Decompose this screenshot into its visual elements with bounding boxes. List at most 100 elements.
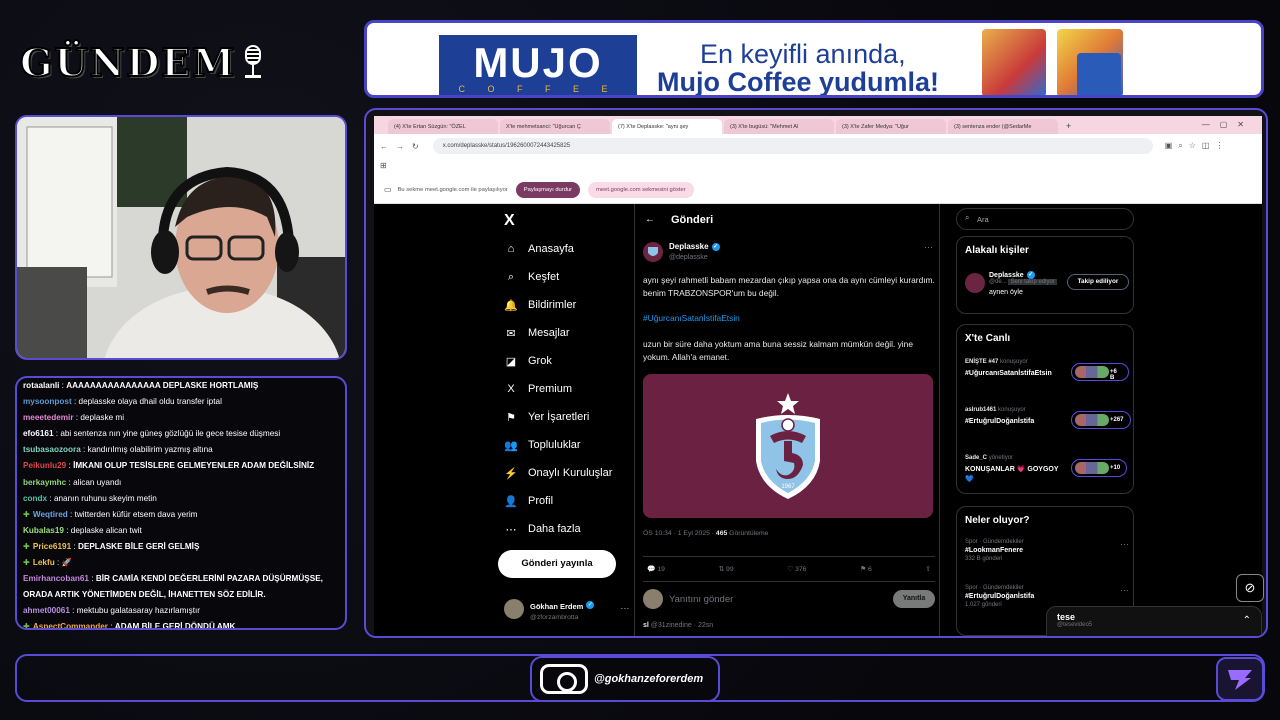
share-icon[interactable]: ⇪ — [925, 565, 931, 573]
nav-icon: ⚑ — [506, 411, 516, 424]
nav-icon: 👥 — [504, 439, 518, 452]
account-switcher[interactable]: Gökhan Erdem ✓ @zforzambrotta ⋯ — [504, 596, 629, 621]
x-logo-icon[interactable]: X — [504, 212, 515, 230]
chat-message: ORADA ARTIK YÖNETİMDEN DEĞİL, İHANETTEN … — [23, 587, 339, 603]
nav-item-keşfet[interactable]: ⌕ Keşfet — [504, 266, 559, 288]
nav-item-bildirimler[interactable]: 🔔 Bildirimler — [504, 294, 576, 316]
mujo-logo-text: MUJO — [473, 39, 603, 86]
trend-tag: #LookmanFenere — [965, 547, 1023, 554]
nav-label: Topluluklar — [528, 439, 581, 451]
grok-icon[interactable]: ⊘ — [1236, 574, 1264, 602]
trend-category: Spor · Gündemdekiler — [965, 585, 1024, 591]
author-handle[interactable]: @deplasske — [669, 254, 708, 261]
chat-text: AAAAAAAAAAAAAAAA DEPLASKE HORTLAMIŞ — [66, 381, 259, 390]
more-icon[interactable]: ⋯ — [924, 242, 933, 253]
bookmark-action[interactable]: ⚑ 6 — [860, 565, 872, 573]
space-title: #UğurcanıSatanİstifaEtsin — [965, 370, 1052, 377]
apps-grid-icon[interactable]: ⊞ — [380, 161, 387, 170]
browser-tab[interactable]: (3) sentenza ender (@SedarMe — [948, 119, 1058, 134]
url-field[interactable]: x.com/deplasske/status/19626000724434258… — [432, 138, 1153, 154]
tweet-image[interactable]: 1967 — [643, 374, 933, 518]
nav-label: Mesajlar — [528, 327, 570, 339]
mujo-coffee-ad: MUJO C O F F E E En keyifli anında, Mujo… — [364, 20, 1264, 98]
stream-overlay: GÜNDEM MUJO C O F F E E En keyifli anınd… — [0, 0, 1280, 720]
live-space-item[interactable]: aslrub1461 konuşuyor #ErtuğrulDoğanİstifa… — [965, 407, 1131, 451]
trend-item[interactable]: Spor · Gündemdekiler #LookmanFenere 332 B … — [965, 539, 1129, 562]
nav-item-premium[interactable]: X Premium — [504, 378, 572, 400]
author-avatar[interactable] — [643, 242, 663, 262]
show-meet-tab-button[interactable]: meet.google.com sekmesini göster — [588, 181, 694, 198]
chat-message: mysoonpost : deplasske olaya dhail oldu … — [23, 397, 222, 407]
nav-item-anasayfa[interactable]: ⌂ Anasayfa — [504, 238, 574, 260]
chevron-up-icon[interactable]: ⌃ — [1243, 615, 1251, 626]
retweet-action[interactable]: ⇅ 99 — [718, 565, 733, 573]
person-avatar[interactable] — [965, 273, 985, 293]
live-space-item[interactable]: Sade_C yönetiyor KONUŞANLAR 💗 GOYGOY 💙 +10 — [965, 455, 1129, 499]
messages-drawer[interactable]: tese @tesevideo5 ⌃ — [1046, 606, 1262, 636]
back-icon[interactable]: ← — [380, 142, 388, 151]
post-button[interactable]: Gönderi yayınla — [498, 550, 616, 578]
reply-input[interactable]: Yanıtını gönder — [669, 594, 733, 605]
ad-tagline-1: En keyifli anında, — [700, 39, 906, 69]
nav-icon: ✉ — [506, 327, 516, 340]
nav-item-daha-fazla[interactable]: ⋯ Daha fazla — [504, 518, 581, 540]
nav-label: Anasayfa — [528, 243, 574, 255]
chat-message: condx : ananın ruhunu skeyim metin — [23, 493, 157, 503]
next-reply-preview[interactable]: sl @31zinedine · 22sn — [643, 622, 713, 629]
dm-name: tese — [1057, 612, 1076, 622]
author-name[interactable]: Deplasske ✓ — [669, 242, 720, 251]
address-bar-row: ← → ↻ x.com/deplasske/status/19626000724… — [374, 134, 1262, 158]
browser-tab[interactable]: (7) X'te Deplasske: "aynı şey — [612, 119, 722, 134]
reply-composer[interactable]: Yanıtını gönder Yanıtla — [643, 584, 935, 614]
person-info[interactable]: Deplasske ✓ @de... Seni takip ediyor ayne… — [989, 271, 1057, 296]
chat-text: ADAM BİLE GERİ DÖNDÜ AMK — [114, 622, 236, 630]
instagram-badge: @gokhanzeforerdem — [530, 656, 720, 702]
browser-tab[interactable]: (3) X'te bugüsü: "Mehmet Al — [724, 119, 834, 134]
trend-item[interactable]: Spor · Gündemdekiler #ErtuğrulDoğanİstifa… — [965, 585, 1129, 608]
browser-tab[interactable]: (4) X'te Ertan Süzgün: "ÖZEL — [388, 119, 498, 134]
trend-tag: #ErtuğrulDoğanİstifa — [965, 593, 1035, 600]
live-space-item[interactable]: ENİŞTE #47 konuşuyor #UğurcanıSatanİstifa… — [965, 359, 1129, 403]
verified-icon: ✓ — [711, 242, 720, 251]
nav-item-onaylı-kuruluşlar[interactable]: ⚡ Onaylı Kuruluşlar — [504, 462, 612, 484]
chat-text: İMKANI OLUP TESİSLERE GELMEYENLER ADAM D… — [73, 461, 315, 471]
nav-item-mesajlar[interactable]: ✉ Mesajlar — [504, 322, 570, 344]
forward-icon[interactable]: → — [396, 142, 404, 151]
reply-action[interactable]: 💬 19 — [647, 565, 665, 573]
following-button[interactable]: Takip ediliyor — [1067, 274, 1129, 290]
webcam-image — [17, 117, 345, 358]
browser-toolbar-icons[interactable]: ▣⌕☆◫⋮ — [1165, 141, 1230, 151]
nav-item-grok[interactable]: ◪ Grok — [504, 350, 552, 372]
browser-tab[interactable]: (3) X'te Zafer Medya: "Uğur — [836, 119, 946, 134]
chat-text: deplasske olaya dhail oldu transfer ipta… — [78, 397, 222, 407]
tweet-hashtag[interactable]: #UğurcanıSatanİstifaEtsin — [643, 312, 935, 325]
more-icon[interactable]: ⋯ — [620, 603, 629, 614]
trabzonspor-crest-icon — [648, 247, 658, 256]
live-spaces-card: X'te Canlı ENİŞTE #47 konuşuyor #Uğurcanı… — [956, 324, 1134, 494]
card-title: X'te Canlı — [965, 333, 1011, 344]
chat-text: 🚀 — [61, 558, 72, 568]
nav-item-yer-i-şaretleri[interactable]: ⚑ Yer İşaretleri — [504, 406, 589, 428]
avatar — [643, 589, 663, 609]
search-input[interactable]: ⌕ Ara — [956, 208, 1134, 230]
subscriber-badge-icon: ✚ — [23, 558, 30, 568]
browser-tab[interactable]: X'te mehmetsanci: "Uğurcan Ç — [500, 119, 610, 134]
more-icon[interactable]: ⋯ — [1120, 585, 1129, 596]
like-action[interactable]: ♡ 376 — [787, 565, 806, 573]
new-tab-icon[interactable]: + — [1066, 121, 1071, 131]
mujo-logo: MUJO C O F F E E — [439, 35, 637, 95]
x-left-nav: X Gönderi yayınla Gökhan Erdem ✓ @zforzam… — [494, 204, 634, 636]
stop-sharing-button[interactable]: Paylaşmayı durdur — [515, 181, 581, 198]
nav-item-profil[interactable]: 👤 Profil — [504, 490, 553, 512]
coffee-pack-image — [982, 29, 1046, 95]
nav-item-topluluklar[interactable]: 👥 Topluluklar — [504, 434, 581, 456]
more-icon[interactable]: ⋯ — [1120, 539, 1129, 550]
window-controls[interactable]: —▢✕ — [1202, 120, 1254, 129]
reload-icon[interactable]: ↻ — [412, 142, 419, 151]
verified-icon: ✓ — [586, 600, 595, 609]
tweet-meta: ÖS 10:34 · 1 Eyl 2025 · 465 Görüntüleme — [643, 530, 769, 537]
nav-label: Keşfet — [528, 271, 560, 283]
back-arrow-icon[interactable]: ← — [645, 214, 655, 225]
reply-button[interactable]: Yanıtla — [893, 590, 935, 608]
chat-username: rotaalanli — [23, 381, 60, 390]
